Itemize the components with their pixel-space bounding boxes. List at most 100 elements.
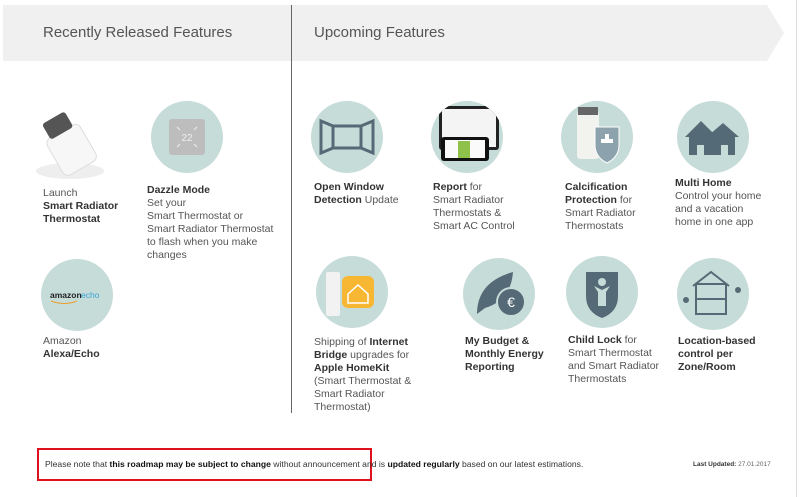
feature-title-text: Reporting [465,361,515,373]
house-zones-location-icon [677,258,749,330]
feature-text: for [616,194,633,206]
feature-text: Thermostats [565,220,624,232]
feature-title-text: Thermostat [43,213,101,225]
feature-text-line: Smart AC Control [433,220,515,233]
feature-text-line: Set your [147,197,273,210]
feature-text-line: Thermostats & [433,207,515,220]
disclaimer-text-part: updated regularly [387,459,460,469]
feature-text-line: Calcification [565,181,636,194]
feature-text-line: Smart Radiator [314,388,411,401]
feature-title-text: Protection [565,194,617,206]
roadmap-disclaimer: Please note that this roadmap may be sub… [45,459,583,469]
feature-text-line: Launch [43,187,118,200]
feature-text-line: Smart Radiator Thermostat [147,223,273,236]
feature-text: changes [147,249,187,261]
feature-text-line: Dazzle Mode [147,184,273,197]
feature-title-text: My Budget & [465,335,530,347]
child-lock-shield-icon [566,256,638,328]
radiator-thermostat-photo [30,105,110,185]
amazon-echo-logo: amazon echo [41,259,113,331]
feature-text-line: control per [678,348,756,361]
feature-text: and a vacation [675,203,744,215]
feature-text: Smart Thermostat or [147,210,244,222]
multi-home-icon [677,101,749,173]
feature-description: Open Window Detection Update [314,181,399,207]
feature-text-line: and a vacation [675,203,761,216]
feature-text: Launch [43,187,78,199]
feature-title-text: Open Window [314,181,384,193]
feature-text: and Smart Radiator [568,360,660,372]
upcoming-features-heading: Upcoming Features [314,24,445,41]
feature-text: home in one app [675,216,754,228]
feature-title-text: Smart Radiator [43,200,119,212]
feature-description: My Budget & Monthly Energy Reporting [465,335,544,374]
feature-text-line: Control your home [675,190,761,203]
feature-text-line: Zone/Room [678,361,756,374]
feature-text-line: Apple HomeKit [314,362,411,375]
feature-title-text: Detection [314,194,362,206]
feature-title-text: Zone/Room [678,361,736,373]
feature-text: Smart AC Control [433,220,515,232]
feature-text: Smart Thermostat [568,347,652,359]
feature-title-text: Multi Home [675,177,732,189]
feature-text-line: Bridge upgrades for [314,349,411,362]
feature-text: upgrades for [347,349,410,361]
feature-text-line: Smart Thermostat [568,347,659,360]
feature-text: Thermostats [568,373,627,385]
feature-text-line: Alexa/Echo [43,348,100,361]
homekit-bridge-icon [316,256,388,328]
feature-text-line: My Budget & [465,335,544,348]
feature-text-line: Thermostats [568,373,659,386]
feature-text: for [466,181,483,193]
feature-title-text: control per [678,348,733,360]
feature-description: Shipping of Internet Bridge upgrades for A… [314,336,411,414]
feature-text: Shipping of [314,336,370,348]
feature-text-line: Open Window [314,181,399,194]
feature-text-line: Thermostats [565,220,636,233]
feature-text-line: changes [147,249,273,262]
svg-text:€: € [507,294,515,310]
feature-title-text: Calcification [565,181,628,193]
feature-text: Amazon [43,335,82,347]
feature-title-text: Location-based [678,335,756,347]
feature-title-text: Bridge [314,349,348,361]
section-divider [291,5,292,413]
feature-text-line: Shipping of Internet [314,336,411,349]
feature-text-line: Reporting [465,361,544,374]
leaf-euro-icon: € [463,258,535,330]
feature-text-line: (Smart Thermostat & [314,375,411,388]
feature-title-text: Alexa/Echo [43,348,100,360]
feature-description: Child Lock for Smart Thermostat and Smart … [568,334,659,386]
feature-text: Smart Radiator [565,207,636,219]
feature-title-text: Child Lock [568,334,622,346]
feature-title-text: Apple HomeKit [314,362,390,374]
page-edge [796,0,797,497]
feature-text-line: Monthly Energy [465,348,544,361]
feature-description: Launch Smart Radiator Thermostat [43,187,118,226]
feature-text-line: Smart Radiator [433,194,515,207]
feature-text-line: Protection for [565,194,636,207]
feature-text-line: Smart Radiator [565,207,636,220]
last-updated: Last Updated: 27.01.2017 [693,461,771,468]
feature-text: Smart Radiator [433,194,504,206]
feature-text-line: Amazon [43,335,100,348]
disclaimer-text-part: without announcement and is [270,459,388,469]
feature-text-line: Detection Update [314,194,399,207]
feature-text: Set your [147,197,187,209]
svg-text:22: 22 [181,133,193,144]
svg-text:amazon: amazon [50,290,82,300]
svg-text:echo: echo [81,290,100,300]
calcification-shield-icon [561,101,633,173]
feature-text-line: to flash when you make [147,236,273,249]
feature-title-text: Report [433,181,467,193]
feature-text-line: and Smart Radiator [568,360,659,373]
feature-text-line: Smart Thermostat or [147,210,273,223]
feature-text: to flash when you make [147,236,258,248]
feature-text: Update [361,194,399,206]
feature-title-text: Internet [369,336,408,348]
feature-description: Report for Smart Radiator Thermostats & Sma… [433,181,515,233]
tablet-phone-report-icon [431,101,503,173]
feature-text-line: Smart Radiator [43,200,118,213]
feature-text: Thermostat) [314,401,371,413]
disclaimer-text-part: Please note that [45,459,110,469]
